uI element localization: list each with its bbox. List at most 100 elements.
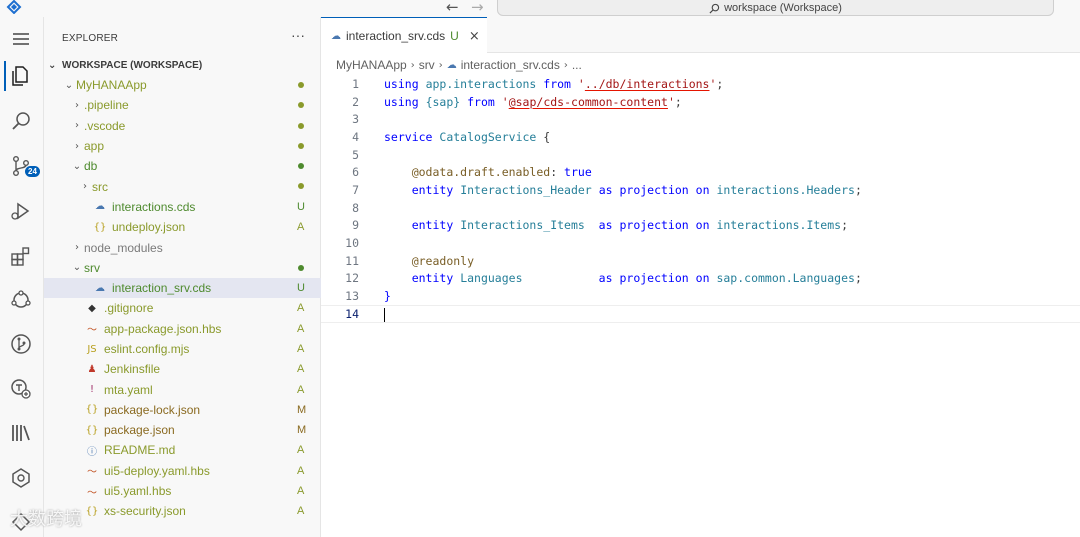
tree-item[interactable]: 〜 ui5-deploy.yaml.hbs A — [44, 461, 321, 481]
tree-item-label: undeploy.json — [112, 220, 186, 235]
tree-item[interactable]: JS eslint.config.mjs A — [44, 339, 321, 359]
tree-item[interactable]: › app — [44, 136, 321, 156]
tree-item[interactable]: {} xs-security.json A — [44, 501, 321, 521]
workspace-header[interactable]: ⌄ WORKSPACE (WORKSPACE) — [44, 55, 321, 75]
tree-item[interactable]: › src — [44, 176, 321, 196]
tree-item[interactable]: ! mta.yaml A — [44, 379, 321, 399]
code-editor[interactable]: 1 using app.interactions from '../db/inte… — [321, 75, 1080, 323]
file-type-icon: JS — [87, 343, 97, 355]
back-arrow-icon[interactable]: ← — [446, 0, 459, 16]
tree-item[interactable]: ☁ interactions.cds U — [44, 197, 321, 217]
tree-item-label: .gitignore — [104, 301, 154, 316]
breadcrumb-item[interactable]: interaction_srv.cds — [461, 58, 560, 72]
tree-item[interactable]: ☁ interaction_srv.cds U — [44, 277, 321, 299]
code-text: @odata.draft.enabled: true — [411, 165, 592, 180]
code-line[interactable]: 6 @odata.draft.enabled: true — [321, 163, 1080, 181]
tree-item[interactable]: ⌄ srv — [44, 258, 321, 278]
code-line[interactable]: 14 — [321, 304, 1080, 323]
explorer-icon[interactable] — [4, 61, 34, 91]
file-type-icon: 〜 — [87, 325, 97, 337]
tree-item[interactable]: {} undeploy.json A — [44, 217, 321, 237]
line-number: 10 — [345, 236, 359, 251]
tab-bar: ☁ interaction_srv.cds U × — [321, 17, 1080, 54]
chevron-right-icon: › — [75, 140, 79, 152]
line-number: 5 — [352, 147, 359, 162]
tab-label: interaction_srv.cds — [346, 29, 446, 43]
git-graph-icon[interactable] — [6, 329, 36, 359]
editor-area: ☁ interaction_srv.cds U × MyHANAApp › sr… — [321, 17, 1080, 537]
git-status-badge: M — [297, 403, 307, 416]
close-icon[interactable]: × — [469, 29, 480, 44]
code-text: service CatalogService { — [384, 129, 551, 144]
status-dot — [298, 102, 304, 109]
tab-modified-badge: U — [450, 29, 459, 43]
tree-item[interactable]: ⌄ MyHANAApp — [44, 75, 321, 95]
code-line[interactable]: 9 entity Interactions_Items as projectio… — [321, 217, 1080, 235]
tree-item-label: Jenkinsfile — [104, 362, 161, 377]
code-line[interactable]: 7 entity Interactions_Header as projecti… — [321, 181, 1080, 199]
code-text: using {sap} from '@sap/cds-common-conten… — [384, 94, 682, 109]
breadcrumb-item[interactable]: srv — [419, 58, 435, 72]
chevron-right-icon: › — [410, 59, 415, 71]
code-line[interactable]: 3 — [321, 110, 1080, 128]
tree-item-label: .pipeline — [84, 98, 129, 113]
breadcrumb-item[interactable]: MyHANAApp — [336, 58, 407, 72]
tree-item[interactable]: › .pipeline — [44, 95, 321, 115]
tree-item[interactable]: 〜 app-package.json.hbs A — [44, 319, 321, 339]
bug-icon[interactable] — [6, 463, 36, 493]
code-line[interactable]: 8 — [321, 199, 1080, 217]
source-control-icon[interactable]: 24 — [6, 151, 40, 181]
text-cursor — [384, 307, 385, 322]
explorer-sidebar: EXPLORER ··· ⌄ WORKSPACE (WORKSPACE) ⌄ My… — [44, 17, 321, 537]
line-number: 2 — [352, 94, 359, 109]
tree-item[interactable]: ◆ .gitignore A — [44, 298, 321, 318]
command-center[interactable]: workspace (Workspace) — [497, 0, 1054, 16]
code-line[interactable]: 2 using {sap} from '@sap/cds-common-conte… — [321, 93, 1080, 111]
command-center-label: workspace (Workspace) — [724, 2, 842, 14]
tree-item[interactable]: {} package.json M — [44, 420, 321, 440]
deploy-icon[interactable] — [6, 374, 36, 404]
code-text: entity Interactions_Header as projection… — [411, 182, 862, 197]
tree-item-label: ui5-deploy.yaml.hbs — [104, 463, 210, 478]
tree-item[interactable]: ♟ Jenkinsfile A — [44, 359, 321, 379]
tree-item-label: interaction_srv.cds — [112, 281, 212, 296]
tree-item[interactable]: 〜 ui5.yaml.hbs A — [44, 481, 321, 501]
chevron-right-icon: › — [563, 59, 568, 71]
code-line[interactable]: 5 — [321, 146, 1080, 164]
cloud-icon[interactable] — [6, 285, 36, 315]
code-line[interactable]: 10 — [321, 234, 1080, 252]
tree-item-label: app-package.json.hbs — [104, 321, 222, 336]
extensions-icon[interactable] — [6, 241, 36, 271]
tree-item[interactable]: › node_modules — [44, 237, 321, 257]
code-text: @readonly — [411, 253, 475, 268]
source-control-badge: 24 — [25, 166, 40, 177]
code-line[interactable]: 1 using app.interactions from '../db/inte… — [321, 75, 1080, 93]
code-line[interactable]: 13} — [321, 287, 1080, 305]
search-icon[interactable] — [6, 106, 36, 136]
workspace-label: WORKSPACE (WORKSPACE) — [62, 59, 203, 71]
breadcrumb-item[interactable]: ... — [572, 58, 582, 72]
breadcrumb: MyHANAApp › srv › ☁ interaction_srv.cds … — [336, 58, 582, 72]
tree-item[interactable]: ⌄ db — [44, 156, 321, 176]
code-line[interactable]: 12 entity Languages as projection on sap… — [321, 270, 1080, 288]
more-actions-icon[interactable]: ··· — [291, 27, 305, 43]
status-dot — [298, 122, 304, 129]
tree-item[interactable]: › .vscode — [44, 116, 321, 136]
code-line[interactable]: 4 service CatalogService { — [321, 128, 1080, 146]
status-dot — [298, 163, 304, 170]
code-text: using app.interactions from '../db/inter… — [384, 76, 724, 91]
forward-arrow-icon[interactable]: → — [471, 0, 484, 16]
menu-icon[interactable] — [6, 24, 36, 54]
tree-item[interactable]: ⓘ README.md A — [44, 440, 321, 460]
line-number: 4 — [352, 129, 359, 144]
code-line[interactable]: 11 @readonly — [321, 252, 1080, 270]
tab-interaction-srv-cds[interactable]: ☁ interaction_srv.cds U × — [321, 17, 487, 54]
cds-file-icon: ☁ — [446, 59, 457, 71]
library-icon[interactable] — [6, 418, 36, 448]
activity-bar: 24 — [0, 17, 44, 537]
line-number: 14 — [345, 306, 359, 321]
line-number: 13 — [345, 289, 359, 304]
tree-item[interactable]: {} package-lock.json M — [44, 400, 321, 420]
run-debug-icon[interactable] — [6, 196, 36, 226]
chevron-right-icon: › — [75, 242, 79, 254]
